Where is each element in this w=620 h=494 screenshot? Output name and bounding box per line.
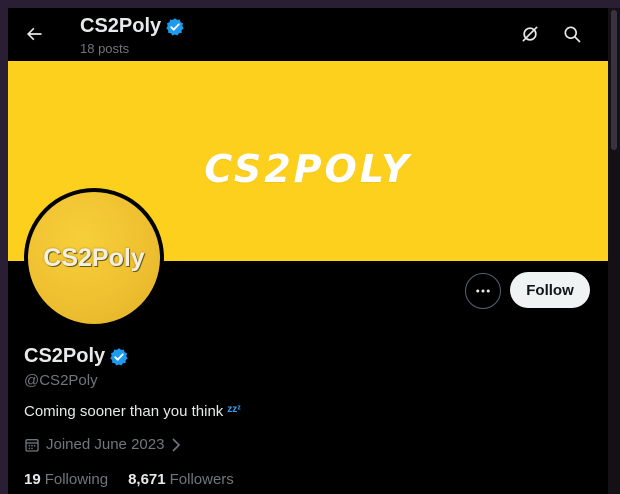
- profile-handle: @CS2Poly: [24, 372, 98, 389]
- search-button[interactable]: [558, 20, 586, 48]
- grok-icon: [522, 26, 538, 42]
- header-post-count: 18 posts: [80, 41, 130, 56]
- profile-name: CS2Poly: [24, 345, 129, 368]
- scrollbar-thumb[interactable]: [611, 10, 617, 150]
- banner-logo-text: CS2POLY: [204, 147, 412, 191]
- back-button[interactable]: [20, 20, 48, 48]
- arrow-left-icon: [27, 27, 42, 41]
- profile-name-text: CS2Poly: [24, 345, 106, 367]
- search-icon: [564, 26, 581, 43]
- scrollbar[interactable]: [608, 8, 620, 494]
- more-dots-icon: [476, 289, 490, 293]
- followers-count: 8,671: [128, 471, 166, 488]
- verified-badge-icon[interactable]: [109, 347, 129, 367]
- more-button[interactable]: [465, 273, 501, 309]
- header-name-text: CS2Poly: [80, 15, 162, 37]
- chevron-right-icon: [172, 437, 181, 452]
- following-count: 19: [24, 471, 41, 488]
- joined-date[interactable]: Joined June 2023: [24, 436, 182, 453]
- following-link[interactable]: 19 Following: [24, 471, 108, 488]
- joined-date-text: Joined June 2023: [46, 436, 165, 453]
- grok-button[interactable]: [516, 20, 544, 48]
- profile-bio: Coming sooner than you think zzᶻ: [24, 403, 241, 420]
- follow-button[interactable]: Follow: [510, 272, 590, 308]
- followers-link[interactable]: 8,671 Followers: [128, 471, 234, 488]
- verified-badge-icon: [166, 17, 184, 35]
- profile-header: CS2Poly 18 posts: [8, 8, 608, 61]
- sleeping-emoji-icon: zzᶻ: [227, 404, 241, 415]
- profile-page: CS2Poly 18 posts CS2POLY CS2Poly Follow …: [8, 8, 608, 494]
- avatar-image: CS2Poly: [28, 192, 160, 324]
- avatar[interactable]: CS2Poly: [24, 188, 164, 328]
- avatar-logo-text: CS2Poly: [43, 243, 145, 272]
- follow-stats: 19 Following 8,671 Followers: [24, 471, 234, 488]
- followers-label: Followers: [169, 471, 234, 488]
- calendar-icon: [25, 438, 39, 452]
- following-label: Following: [44, 471, 109, 488]
- header-name: CS2Poly: [80, 15, 185, 38]
- profile-bio-text: Coming sooner than you think: [24, 403, 224, 420]
